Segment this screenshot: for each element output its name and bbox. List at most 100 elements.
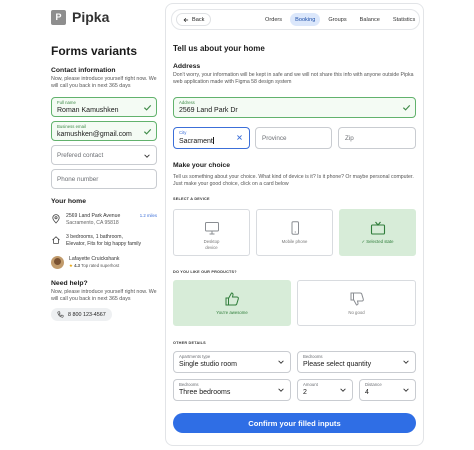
text-cursor [213,137,215,144]
left-panel: Forms variants Contact information Now, … [51,44,157,323]
bedrooms-quantity-select[interactable]: Bedrooms Please select quantity [297,351,416,373]
like-label-awesome: You're awesome [216,310,248,315]
phone-number: 8 800 123-4567 [68,311,106,318]
star-icon: ★ [69,262,73,268]
device-card-mobile[interactable]: Mobile phone [256,209,333,256]
clear-icon[interactable] [236,134,243,141]
back-button[interactable]: Back [176,13,212,26]
call-phone-button[interactable]: 8 800 123-4567 [51,308,112,322]
city-text: Sacrament [179,138,213,145]
nav-tabs: Orders Booking Groups Balance Statistics [260,13,420,26]
like-title: DO YOU LIKE OUR PRODUCTS? [173,270,237,274]
help-title: Need help? [51,279,88,287]
form-title: Tell us about your home [173,44,265,53]
device-card-desktop[interactable]: Desktop device [173,209,250,256]
tab-balance[interactable]: Balance [355,13,385,26]
phone-number-placeholder: Phone number [57,175,99,183]
home-address-item: 2569 Land Park Avenue Sacramento, CA 958… [51,213,157,227]
other-details-title: OTHER DETAILS [173,341,206,345]
chevron-down-icon [340,388,346,392]
amount-label: Amount [303,382,318,387]
home-details-line1: 3 bedrooms, 1 bathroom, [66,234,123,241]
host-badge: Top rated superhost [81,262,120,268]
host-item[interactable]: Lafayette Cruickshank ★ 4.3 Top rated su… [51,256,157,270]
app-name: Pipka [72,9,110,25]
check-icon [143,104,152,111]
bedrooms-quantity-placeholder: Please select quantity [303,361,372,368]
amount-select[interactable]: Amount 2 [297,379,353,401]
monitor-icon [204,222,219,235]
device-card-selected[interactable]: ✓ Selected state [339,209,416,256]
contact-section-title: Contact information [51,67,116,74]
like-label-no-good: No good [348,310,365,315]
select-device-title: SELECT A DEVICE [173,197,210,201]
bedrooms-label: Bedrooms [179,382,199,387]
tab-statistics[interactable]: Statistics [388,13,420,26]
city-field[interactable]: City Sacrament [173,127,250,149]
zip-field[interactable]: Zip [338,127,416,149]
preferred-contact-placeholder: Prefered contact [57,151,104,159]
full-name-value: Roman Kamushken [57,106,119,114]
distance-value: 4 [365,389,369,396]
chevron-down-icon [144,154,150,158]
host-rating-value: 4.3 [74,262,81,268]
top-navigation: Back Orders Booking Groups Balance Stati… [171,9,420,30]
address-section-title: Address [173,63,201,70]
logo-mark: P [51,9,66,25]
thumbs-up-icon [225,292,239,306]
device-label-selected: ✓ Selected state [361,239,394,244]
back-label: Back [192,16,205,23]
like-card-awesome[interactable]: You're awesome [173,280,291,326]
chevron-down-icon [278,388,284,392]
form-content: Tell us about your home Address Don't wo… [173,44,417,187]
address-value: 2569 Land Park Dr [179,107,238,114]
choice-description: Tell us something about your choice. Wha… [173,174,414,188]
like-card-no-good[interactable]: No good [297,280,416,326]
confirm-button[interactable]: Confirm your filled inputs [173,413,416,433]
preferred-contact-select[interactable]: Prefered contact [51,144,157,165]
bedrooms-select[interactable]: Bedrooms Three bedrooms [173,379,291,401]
business-email-label: Business email [57,123,86,129]
home-icon [52,236,60,245]
phone-number-field[interactable]: Phone number [51,168,157,189]
city-label: City [179,130,187,135]
apartments-type-label: Apartments type [179,354,211,359]
bedrooms-quantity-label: Bedrooms [303,354,323,359]
thumbs-down-icon [350,292,364,306]
host-name: Lafayette Cruickshank [69,256,120,262]
app-logo[interactable]: P Pipka [51,9,109,25]
avatar [51,256,64,270]
province-field[interactable]: Province [255,127,332,149]
phone-icon [57,311,64,318]
business-email-field[interactable]: Business email kamushken@gmail.com [51,120,157,141]
distance-select[interactable]: Distance 4 [359,379,416,401]
zip-placeholder: Zip [345,135,354,142]
contact-description: Now, please introduce yourself right now… [51,76,157,90]
tab-booking[interactable]: Booking [290,13,321,26]
tv-icon [370,221,385,235]
full-name-field[interactable]: Full name Roman Kamushken [51,96,157,117]
choice-section-title: Make your choice [173,162,231,169]
device-label-desktop-1: Desktop [203,239,220,244]
chevron-down-icon [403,388,409,392]
device-label-desktop-2: device [205,244,218,250]
amount-value: 2 [303,389,307,396]
device-label-mobile: Mobile phone [281,239,308,244]
check-icon [143,128,152,135]
city-value: Sacrament [179,137,215,145]
home-details-line2: Elevator, Fits for big happy family [66,241,142,248]
apartments-type-select[interactable]: Apartments type Single studio room [173,351,291,373]
apartments-type-value: Single studio room [179,361,237,368]
home-details-item: 3 bedrooms, 1 bathroom, Elevator, Fits f… [51,234,157,248]
distance-label: Distance [365,382,382,387]
page-title: Forms variants [51,44,138,58]
tab-groups[interactable]: Groups [323,13,351,26]
chevron-down-icon [278,360,284,364]
host-rating: ★ 4.3 Top rated superhost [69,263,119,270]
address-field[interactable]: Address 2569 Land Park Dr [173,97,416,118]
chevron-down-icon [403,360,409,364]
tab-orders[interactable]: Orders [260,13,287,26]
device-label-desktop: Desktop device [204,239,220,250]
distance-link[interactable]: 1.2 miles [140,213,157,218]
bedrooms-value: Three bedrooms [179,389,231,396]
